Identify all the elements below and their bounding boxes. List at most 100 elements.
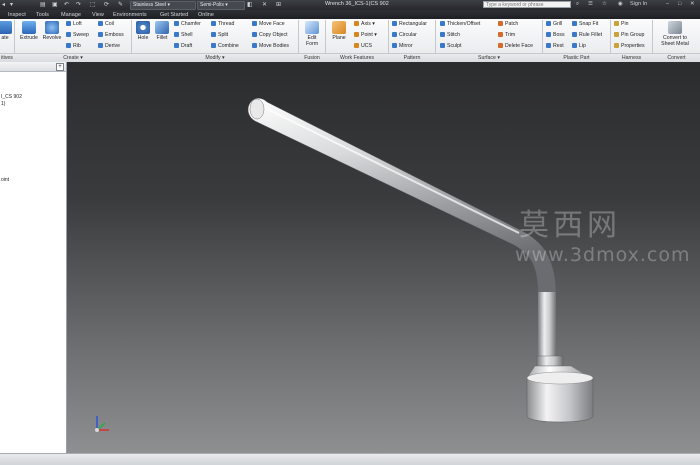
fillet-button[interactable]: Fillet xyxy=(153,21,171,41)
wrench-socket[interactable] xyxy=(526,377,594,423)
sketch-icon[interactable]: ✎ xyxy=(118,1,123,9)
panel-label-create[interactable]: Create ▾ xyxy=(15,54,131,62)
combine-icon xyxy=(211,43,216,48)
create-cut-button[interactable]: ate xyxy=(0,21,12,41)
convert-sheet-metal-button[interactable]: Convert to Sheet Metal xyxy=(656,21,694,47)
hole-label: Hole xyxy=(137,35,149,41)
graphics-viewport[interactable]: 莫西网 www.3dmox.com xyxy=(67,62,700,453)
draft-button[interactable]: Draft xyxy=(174,43,192,50)
snap-fit-button[interactable]: Snap Fit xyxy=(572,21,598,28)
expand-browser-icon[interactable]: + xyxy=(56,63,64,71)
derive-button[interactable]: Derive xyxy=(98,43,120,50)
sweep-button[interactable]: Sweep xyxy=(66,32,89,39)
socket-top-face xyxy=(526,371,594,385)
tab-online[interactable]: Online xyxy=(198,11,214,19)
redo-icon[interactable]: ↷ xyxy=(76,1,81,9)
select-icon[interactable]: ⬚ xyxy=(90,1,96,9)
ucs-button[interactable]: UCS xyxy=(354,43,372,50)
move-face-button[interactable]: Move Face xyxy=(252,21,285,28)
combine-button[interactable]: Combine xyxy=(211,43,239,50)
copy-object-button[interactable]: Copy Object xyxy=(252,32,288,39)
grill-button[interactable]: Grill xyxy=(546,21,562,28)
rule-fillet-button[interactable]: Rule Fillet xyxy=(572,32,602,39)
delete-face-button[interactable]: Delete Face xyxy=(498,43,533,50)
back-icon[interactable]: ◂ xyxy=(2,1,5,9)
print-icon[interactable]: ▤ xyxy=(40,1,46,9)
patch-button[interactable]: Patch xyxy=(498,21,518,28)
mirror-button[interactable]: Mirror xyxy=(392,43,413,50)
move-bodies-button[interactable]: Move Bodies xyxy=(252,43,289,50)
search-icon[interactable]: ⌕ xyxy=(576,1,579,8)
browser-tree-item[interactable]: I_CS 902 xyxy=(1,94,22,100)
view-triad[interactable] xyxy=(95,416,109,432)
stitch-icon xyxy=(440,32,445,37)
browser-header: + xyxy=(0,62,66,72)
sculpt-button[interactable]: Sculpt xyxy=(440,43,461,50)
panel-label-surface[interactable]: Surface ▾ xyxy=(436,54,542,62)
model-browser[interactable]: + I_CS 902 1) oint xyxy=(0,62,67,453)
clear-override-icon[interactable]: ✕ xyxy=(262,1,267,9)
rectangular-pattern-button[interactable]: Rectangular xyxy=(392,21,427,28)
point-button[interactable]: Point ▾ xyxy=(354,32,377,39)
quick-access-icon[interactable]: ▾ xyxy=(10,1,13,9)
harness-pin-button[interactable]: Pin xyxy=(614,21,629,28)
tab-inspect[interactable]: Inspect xyxy=(8,11,26,19)
coil-button[interactable]: Coil xyxy=(98,21,114,28)
thread-icon xyxy=(211,21,216,26)
tab-view[interactable]: View xyxy=(92,11,104,19)
panel-label-modify[interactable]: Modify ▾ xyxy=(132,54,298,62)
sign-in-link[interactable]: Sign In xyxy=(630,1,647,7)
circular-pattern-button[interactable]: Circular xyxy=(392,32,417,39)
chamfer-button[interactable]: Chamfer xyxy=(174,21,201,28)
axis-button[interactable]: Axis ▾ xyxy=(354,21,375,28)
update-icon[interactable]: ⟳ xyxy=(104,1,109,9)
undo-icon[interactable]: ↶ xyxy=(64,1,69,9)
minimize-icon[interactable]: – xyxy=(666,1,669,7)
appearance-dropdown[interactable]: Semi-Polis ▾ xyxy=(197,1,245,10)
sheet-metal-icon xyxy=(668,21,682,34)
tab-get-started[interactable]: Get Started xyxy=(160,11,188,19)
color-override-icon[interactable]: ◧ xyxy=(247,1,253,9)
thicken-offset-button[interactable]: Thicken/Offset xyxy=(440,21,480,28)
tab-environments[interactable]: Environments xyxy=(113,11,147,19)
trim-button[interactable]: Trim xyxy=(498,32,515,39)
revolve-button[interactable]: Revolve xyxy=(41,21,63,41)
search-input[interactable]: Type a keyword or phrase xyxy=(483,1,571,8)
favorites-icon[interactable]: ☆ xyxy=(602,1,607,7)
lip-button[interactable]: Lip xyxy=(572,43,586,50)
boss-button[interactable]: Boss xyxy=(546,32,565,39)
browser-tree-item[interactable]: 1) xyxy=(1,101,5,107)
thread-button[interactable]: Thread xyxy=(211,21,234,28)
close-icon[interactable]: ✕ xyxy=(690,1,695,7)
save-icon[interactable]: ▣ xyxy=(52,1,58,9)
properties-label: Properties xyxy=(621,43,645,49)
rectangular-pattern-icon xyxy=(392,21,397,26)
extrude-icon xyxy=(22,21,36,34)
wrench-post[interactable] xyxy=(538,292,556,362)
thread-label: Thread xyxy=(218,21,235,27)
measure-icon[interactable]: ⊞ xyxy=(276,1,281,9)
hole-button[interactable]: Hole xyxy=(134,21,152,41)
edit-form-button[interactable]: Edit Form xyxy=(302,21,322,47)
split-button[interactable]: Split xyxy=(211,32,228,39)
extrude-button[interactable]: Extrude xyxy=(18,21,40,41)
emboss-button[interactable]: Emboss xyxy=(98,32,124,39)
stitch-button[interactable]: Stitch xyxy=(440,32,460,39)
browser-tree-item[interactable]: oint xyxy=(1,177,9,183)
harness-properties-button[interactable]: Properties xyxy=(614,43,645,50)
user-icon[interactable]: ◉ xyxy=(618,1,623,7)
tab-tools[interactable]: Tools xyxy=(36,11,49,19)
tab-manage[interactable]: Manage xyxy=(61,11,81,19)
wrench-shaft[interactable] xyxy=(247,98,557,295)
loft-button[interactable]: Loft xyxy=(66,21,82,28)
maximize-icon[interactable]: □ xyxy=(678,1,681,7)
shell-button[interactable]: Shell xyxy=(174,32,193,39)
material-dropdown[interactable]: Stainless Steel ▾ xyxy=(130,1,196,10)
panel-label-pattern: Pattern xyxy=(403,55,421,61)
rib-button[interactable]: Rib xyxy=(66,43,81,50)
plane-button[interactable]: Plane xyxy=(330,21,348,41)
pin-group-button[interactable]: Pin Group xyxy=(614,32,644,39)
grill-icon xyxy=(546,21,551,26)
rest-button[interactable]: Rest xyxy=(546,43,564,50)
communication-icon[interactable]: ☰ xyxy=(588,1,593,7)
